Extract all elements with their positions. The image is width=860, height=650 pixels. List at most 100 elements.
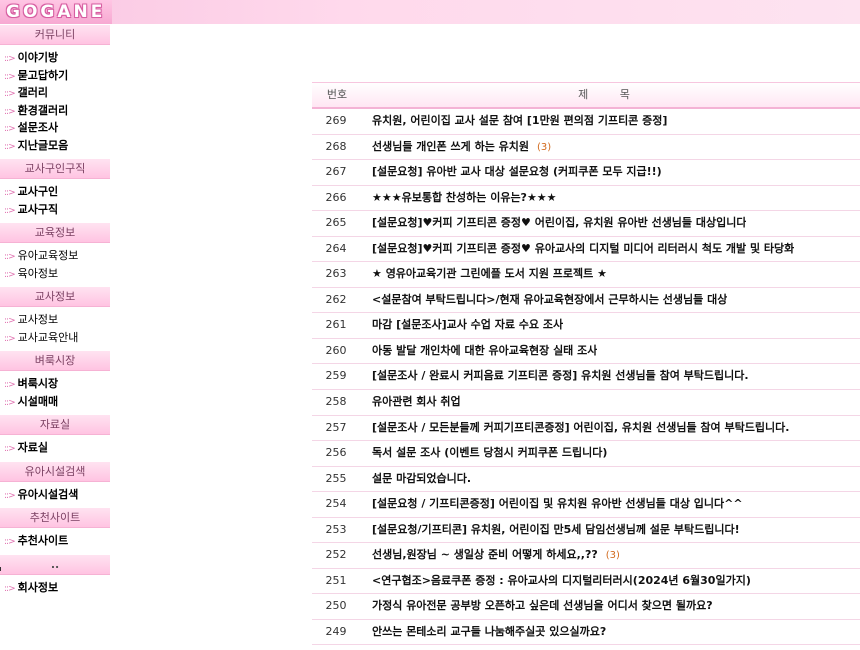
post-number: 258 — [325, 395, 347, 409]
board-list: 번호 제 목 269 유치원, 어린이집 교사 설문 참여 [1만원 편의점 기프… — [312, 82, 860, 646]
sidebar-item[interactable]: ::> 자료실 — [0, 439, 112, 457]
sidebar-section-header: 자료실 — [0, 414, 110, 435]
top-banner — [0, 0, 860, 24]
sidebar-item[interactable]: ::> 육아정보 — [0, 265, 112, 283]
post-title-link[interactable]: [설문요청/기프티콘] 유치원, 어린이집 만5세 담임선생님께 설문 부탁드립… — [360, 518, 740, 543]
board-row: 252 선생님,원장님 ~ 생일상 준비 어떻게 하세요,,?? (3) — [312, 543, 860, 569]
sidebar-item-label: 벼룩시장 — [17, 377, 59, 390]
board-row: 260 아동 발달 개인차에 대한 유아교육현장 실태 조사 — [312, 339, 860, 365]
post-title-link[interactable]: 선생님들 개인폰 쓰게 하는 유치원 (3) — [360, 135, 551, 160]
post-title-link[interactable]: 선생님,원장님 ~ 생일상 준비 어떻게 하세요,,?? (3) — [360, 543, 620, 568]
sidebar-item[interactable]: ::> 갤러리 — [0, 84, 112, 102]
arrow-icon: ::> — [4, 316, 16, 326]
arrow-icon: ::> — [4, 71, 16, 82]
post-title-link[interactable]: 안쓰는 몬테소리 교구들 나눔해주실곳 있으실까요? — [360, 620, 606, 645]
board-row: 250 가정식 유아전문 공부방 오픈하고 싶은데 선생님을 어디서 찾으면 될까… — [312, 594, 860, 620]
post-title-link[interactable]: [설문요청]♥커피 기프티콘 증정♥ 어린이집, 유치원 유아반 선생님들 대상… — [360, 211, 746, 236]
sidebar-item-label: 지난글모음 — [17, 138, 69, 152]
post-title-link[interactable]: [설문요청]♥커피 기프티콘 증정♥ 유아교사의 디지털 미디어 리터러시 척도… — [360, 237, 794, 262]
post-title-link[interactable]: 독서 설문 조사 (이벤트 당첨시 커피쿠폰 드립니다) — [360, 441, 607, 466]
board-header: 번호 제 목 — [312, 82, 860, 109]
post-title-link[interactable]: 마감 [설문조사]교사 수업 자료 수요 조사 — [360, 313, 563, 338]
post-title-link[interactable]: 유아관련 회사 취업 — [360, 390, 461, 415]
arrow-icon: ::> — [4, 380, 16, 390]
comment-count: (3) — [605, 550, 620, 562]
post-title-link[interactable]: <설문참여 부탁드립니다>/현재 유아교육현장에서 근무하시는 선생님들 대상 — [360, 288, 727, 313]
sidebar-item-label: 교사구직 — [17, 202, 59, 216]
sidebar-section-header: 벼룩시장 — [0, 350, 110, 371]
board-row: 259 [설문조사 / 완료시 커피음료 기프티콘 증정] 유치원 선생님들 참여… — [312, 364, 860, 391]
arrow-icon: ::> — [4, 333, 16, 344]
sidebar-item[interactable]: ::> 설문조사 — [0, 119, 112, 137]
post-title-link[interactable]: <연구협조>음료쿠폰 증정 : 유아교사의 디지털리터러시(2024년 6월30… — [360, 569, 751, 594]
sidebar-section-header: 교육정보 — [0, 222, 110, 243]
sidebar-item[interactable]: ::> 유아교육정보 — [0, 247, 112, 265]
board-row: 257 [설문조사 / 모든분들께 커피기프티콘증정] 어린이집, 유치원 선생님… — [312, 416, 860, 442]
post-title-link[interactable]: 아동 발달 개인차에 대한 유아교육현장 실태 조사 — [360, 339, 597, 364]
sidebar-item-label: 교사교육안내 — [17, 330, 79, 344]
sidebar-item-label: 육아정보 — [17, 266, 59, 280]
sidebar-section-header: .. — [0, 553, 110, 575]
sidebar-item[interactable]: ::> 교사정보 — [0, 311, 112, 329]
sidebar-item-label: 추천사이트 — [17, 534, 69, 547]
post-number: 266 — [325, 190, 347, 204]
sidebar-item[interactable]: ::> 벼룩시장 — [0, 375, 112, 393]
arrow-icon: ::> — [4, 89, 16, 99]
sidebar-item[interactable]: ::> 환경갤러리 — [0, 102, 112, 120]
post-title-link[interactable]: [설문조사 / 완료시 커피음료 기프티콘 증정] 유치원 선생님들 참여 부탁… — [360, 364, 749, 389]
header-title: 제 목 — [578, 88, 644, 101]
sidebar-item-label: 유아교육정보 — [17, 249, 79, 262]
arrow-icon: ::> — [4, 188, 16, 198]
post-title-link[interactable]: ★ 영유아교육기관 그린에플 도서 지원 프로젝트 ★ — [360, 262, 607, 287]
post-title-link[interactable]: 가정식 유아전문 공부방 오픈하고 싶은데 선생님을 어디서 찾으면 될까요? — [360, 594, 713, 619]
post-number: 268 — [325, 139, 347, 153]
post-title-link[interactable]: [설문요청 / 기프티콘증정] 어린이집 및 유치원 유아반 선생님들 대상 입… — [360, 492, 743, 517]
post-number: 267 — [325, 165, 347, 179]
board-row: 267 [설문요청] 유아반 교사 대상 설문요청 (커피쿠폰 모두 지급!!) — [312, 160, 860, 186]
post-number: 265 — [325, 216, 347, 230]
post-title-link[interactable]: 유치원, 어린이집 교사 설문 참여 [1만원 편의점 기프티콘 증정] — [360, 109, 667, 134]
post-title-link[interactable]: [설문조사 / 모든분들께 커피기프티콘증정] 어린이집, 유치원 선생님들 참… — [360, 416, 789, 441]
arrow-icon: ::> — [4, 269, 16, 280]
board-row: 255 설문 마감되었습니다. — [312, 467, 860, 493]
post-title-text: [설문조사 / 모든분들께 커피기프티콘증정] 어린이집, 유치원 선생님들 참… — [372, 420, 790, 434]
sidebar-item[interactable]: ::> 회사정보 — [0, 579, 112, 597]
board-row: 263 ★ 영유아교육기관 그린에플 도서 지원 프로젝트 ★ — [312, 262, 860, 288]
post-number: 269 — [325, 114, 347, 127]
post-title-text: [설문요청] 유아반 교사 대상 설문요청 (커피쿠폰 모두 지급!!) — [372, 165, 662, 179]
divider-mark — [0, 567, 1, 571]
board-row: 251 <연구협조>음료쿠폰 증정 : 유아교사의 디지털리터러시(2024년 6… — [312, 569, 860, 595]
site-logo[interactable]: GOGANE — [0, 0, 112, 24]
post-number: 261 — [325, 318, 347, 332]
comment-count: (3) — [537, 141, 552, 153]
post-title-link[interactable]: ★★★유보통합 찬성하는 이유는?★★★ — [360, 186, 557, 211]
sidebar-item[interactable]: ::> 유아시설검색 — [0, 486, 112, 504]
sidebar-item-label: 회사정보 — [17, 580, 59, 594]
post-title-text: <연구협조>음료쿠폰 증정 : 유아교사의 디지털리터러시(2024년 6월30… — [372, 573, 751, 587]
arrow-icon: ::> — [4, 583, 16, 594]
sidebar-item[interactable]: ::> 추천사이트 — [0, 532, 112, 550]
post-number: 259 — [325, 369, 347, 383]
sidebar-item[interactable]: ::> 지난글모음 — [0, 137, 112, 155]
arrow-icon: ::> — [4, 141, 16, 152]
post-title-text: 유치원, 어린이집 교사 설문 참여 [1만원 편의점 기프티콘 증정] — [372, 114, 668, 127]
sidebar-item[interactable]: ::> 시설매매 — [0, 393, 112, 411]
sidebar-item-label: 설문조사 — [17, 121, 59, 134]
post-title-link[interactable]: [설문요청] 유아반 교사 대상 설문요청 (커피쿠폰 모두 지급!!) — [360, 160, 662, 185]
arrow-icon: ::> — [4, 252, 16, 262]
arrow-icon: ::> — [4, 397, 16, 408]
post-title-text: 가정식 유아전문 공부방 오픈하고 싶은데 선생님을 어디서 찾으면 될까요? — [372, 599, 713, 613]
sidebar-item[interactable]: ::> 교사구인 — [0, 183, 112, 201]
post-title-link[interactable]: 설문 마감되었습니다. — [360, 467, 471, 492]
sidebar-item[interactable]: ::> 이야기방 — [0, 49, 112, 67]
sidebar-section-header: 교사구인구직 — [0, 158, 110, 179]
sidebar-item[interactable]: ::> 교사교육안내 — [0, 329, 112, 347]
post-number: 264 — [325, 241, 347, 255]
sidebar-item[interactable]: ::> 교사구직 — [0, 201, 112, 219]
sidebar-item[interactable]: ::> 묻고답하기 — [0, 67, 112, 85]
board-row: 258 유아관련 회사 취업 — [312, 390, 860, 416]
sidebar-item-label: 묻고답하기 — [17, 68, 69, 82]
post-title-text: 유아관련 회사 취업 — [372, 395, 461, 409]
sidebar-item-label: 갤러리 — [17, 86, 48, 99]
post-number: 257 — [325, 420, 347, 434]
